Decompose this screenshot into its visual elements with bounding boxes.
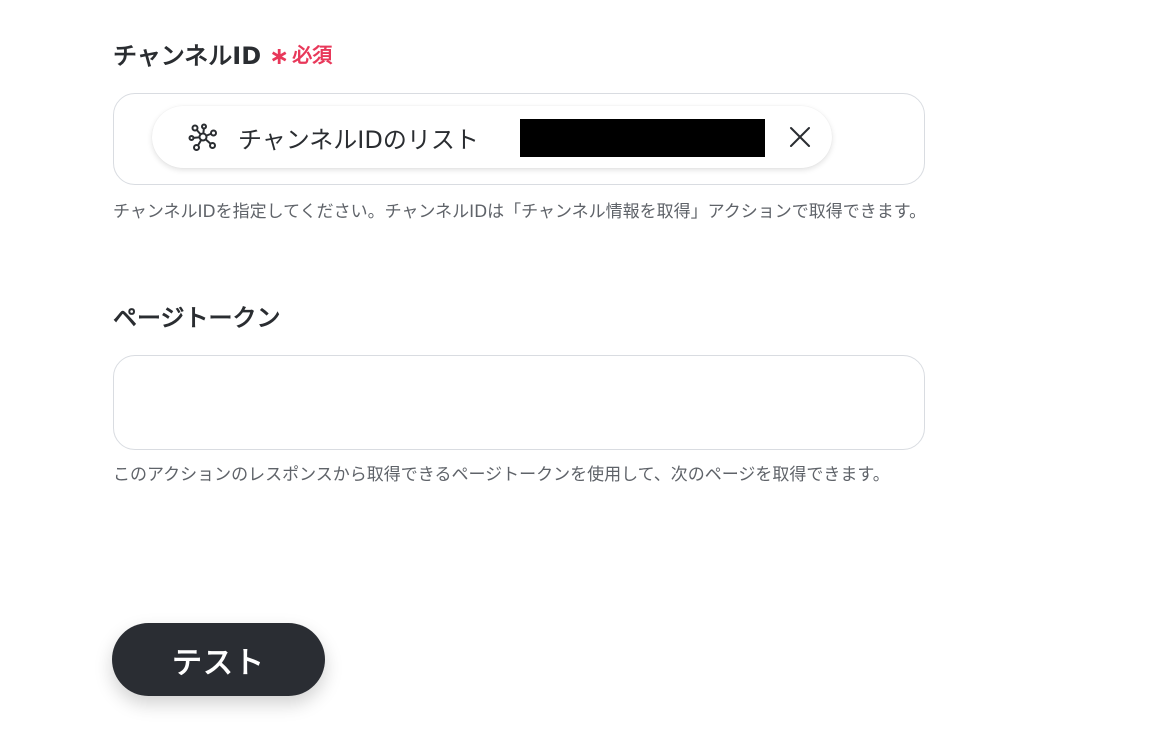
channel-id-chip[interactable]: チャンネルIDのリスト xyxy=(152,106,832,168)
required-text: 必須 xyxy=(292,43,333,67)
redacted-value xyxy=(520,119,765,157)
channel-id-help: チャンネルIDを指定してください。チャンネルIDは「チャンネル情報を取得」アクシ… xyxy=(113,202,927,222)
network-nodes-icon xyxy=(188,122,218,152)
chip-label: チャンネルIDのリスト xyxy=(238,125,479,154)
page-token-label-text: ページトークン xyxy=(113,304,281,332)
channel-id-label: チャンネルID ∗ 必須 xyxy=(113,36,332,71)
required-asterisk: ∗ xyxy=(269,41,290,70)
page-token-input[interactable] xyxy=(113,355,925,450)
channel-id-label-text: チャンネルID xyxy=(113,42,262,70)
page-token-label: ページトークン xyxy=(113,298,281,333)
test-button[interactable]: テスト xyxy=(112,623,325,696)
form-page: チャンネルID ∗ 必須 チャンネルIDのリスト チャンネルIDを指定してくださ… xyxy=(0,0,1173,739)
channel-id-input[interactable]: チャンネルIDのリスト xyxy=(113,93,925,185)
page-token-help: このアクションのレスポンスから取得できるページトークンを使用して、次のページを取… xyxy=(113,465,890,485)
close-icon[interactable] xyxy=(787,124,813,150)
